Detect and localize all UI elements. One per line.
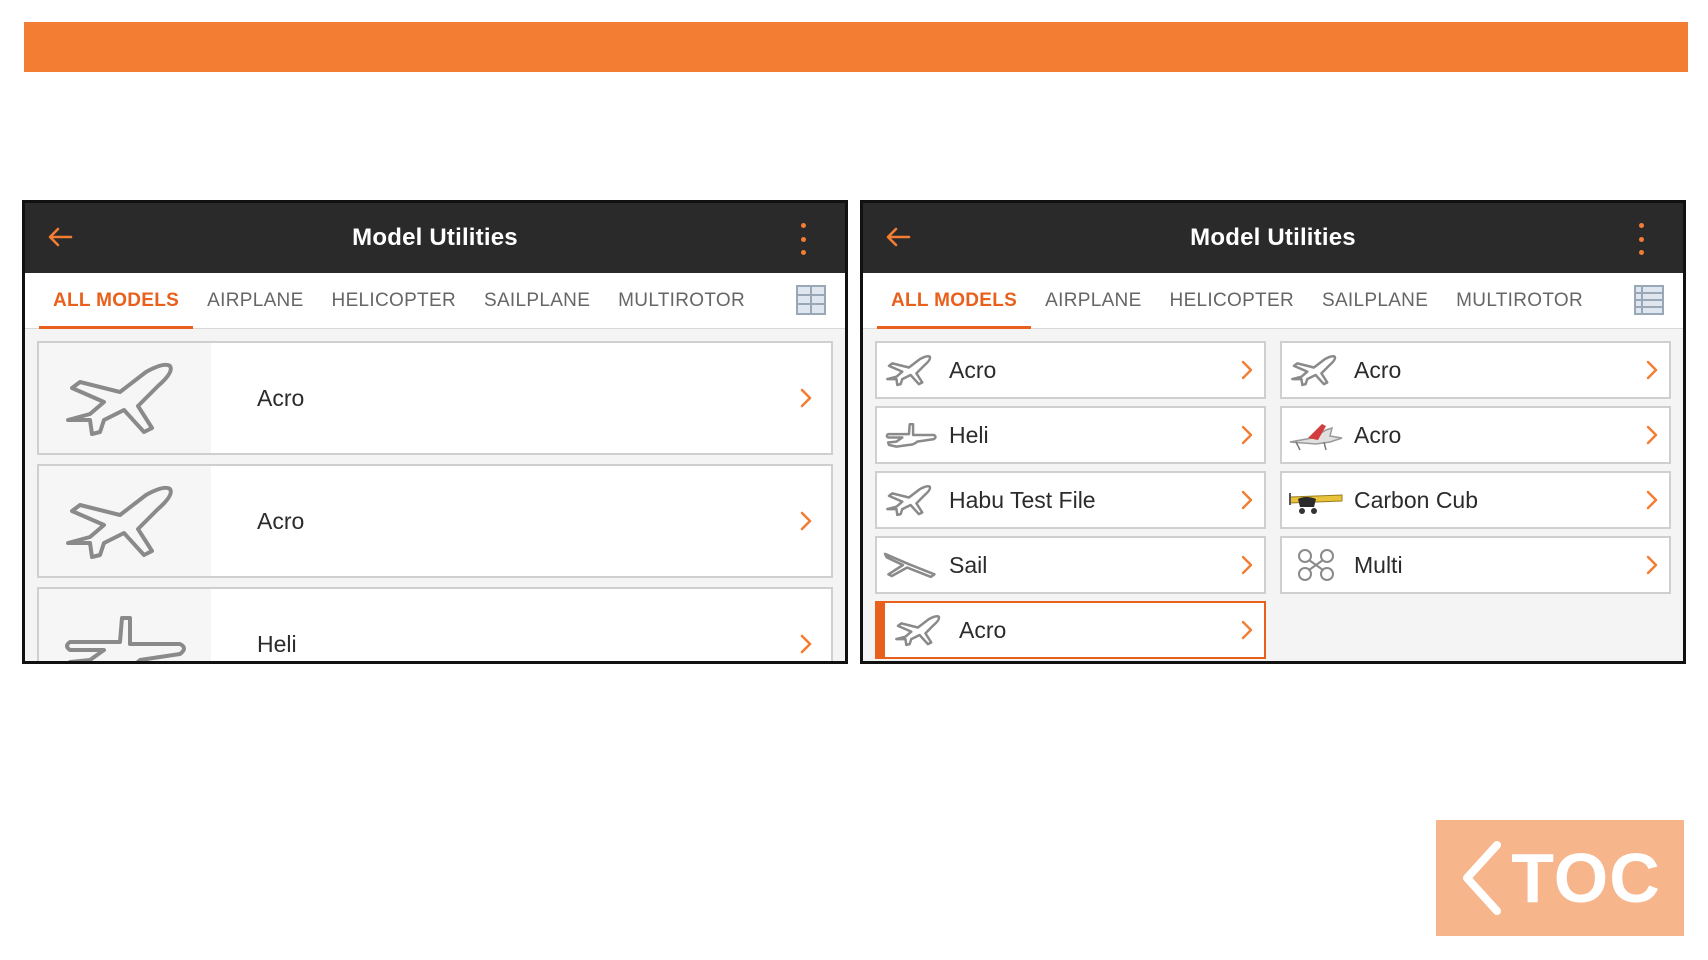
screen-title: Model Utilities: [352, 224, 518, 251]
model-name: Sail: [949, 551, 988, 578]
list-item[interactable]: Acro: [37, 464, 833, 578]
tab-sailplane[interactable]: SAILPLANE: [470, 273, 604, 328]
model-thumbnail: [1282, 538, 1350, 592]
grid-item[interactable]: Habu Test File: [875, 471, 1266, 529]
multirotor-icon: [1298, 549, 1334, 581]
airplane-icon: [66, 362, 173, 436]
model-name: Heli: [257, 630, 297, 657]
model-thumbnail: [39, 589, 211, 661]
model-name: Multi: [1354, 551, 1403, 578]
grid-item[interactable]: Acro: [875, 341, 1266, 399]
chevron-left-icon: [1463, 841, 1502, 915]
app-header: Model Utilities: [863, 203, 1683, 273]
model-thumbnail: [1282, 343, 1350, 397]
more-options-icon[interactable]: [1635, 223, 1647, 255]
carbon-cub-photo-icon: [1289, 493, 1343, 514]
list-item[interactable]: Acro: [37, 341, 833, 455]
chevron-right-icon: [1241, 555, 1253, 575]
back-arrow-icon: [886, 227, 911, 247]
tab-airplane[interactable]: AIRPLANE: [193, 273, 317, 328]
screen-title: Model Utilities: [1190, 224, 1356, 251]
grid-item-selected[interactable]: Acro: [875, 601, 1266, 659]
list-item[interactable]: Heli: [37, 587, 833, 661]
tab-helicopter[interactable]: HELICOPTER: [318, 273, 470, 328]
sailplane-icon: [883, 552, 936, 579]
model-utilities-list-screen: Model Utilities ALL MODELS AIRPLANE HELI…: [22, 200, 848, 664]
model-name: Acro: [959, 616, 1007, 643]
model-utilities-grid-screen: Model Utilities ALL MODELS AIRPLANE HELI…: [860, 200, 1686, 664]
airplane-icon: [66, 485, 173, 559]
toc-button[interactable]: TOC: [1436, 820, 1684, 936]
airplane-icon: [886, 354, 932, 387]
grid-item[interactable]: Sail: [875, 536, 1266, 594]
model-thumbnail: [39, 466, 211, 576]
airplane-photo-icon: [1289, 424, 1343, 451]
model-name: Acro: [1354, 356, 1402, 383]
model-thumbnail: [1282, 408, 1350, 462]
chevron-right-icon: [1241, 620, 1253, 640]
model-thumbnail: [877, 473, 945, 527]
helicopter-icon: [885, 422, 937, 448]
model-name: Acro: [257, 384, 305, 411]
chevron-right-icon: [800, 634, 812, 654]
tab-sailplane[interactable]: SAILPLANE: [1308, 273, 1442, 328]
chevron-right-icon: [1646, 425, 1658, 445]
toc-label: TOC: [1511, 839, 1661, 917]
back-button[interactable]: [881, 220, 915, 254]
helicopter-icon: [65, 616, 186, 661]
app-header: Model Utilities: [25, 203, 845, 273]
chevron-right-icon: [1646, 555, 1658, 575]
airplane-icon: [1291, 354, 1337, 387]
back-button[interactable]: [43, 220, 77, 254]
tab-all-models[interactable]: ALL MODELS: [877, 273, 1032, 329]
model-list: Acro Acro Heli: [25, 329, 845, 661]
more-options-icon[interactable]: [797, 223, 809, 255]
model-name: Acro: [949, 356, 997, 383]
back-arrow-icon: [48, 227, 73, 247]
model-name: Habu Test File: [949, 486, 1096, 513]
tab-all-models[interactable]: ALL MODELS: [39, 273, 194, 329]
category-tabs: ALL MODELS AIRPLANE HELICOPTER SAILPLANE…: [25, 273, 845, 329]
tab-helicopter[interactable]: HELICOPTER: [1156, 273, 1308, 328]
tab-multirotor[interactable]: MULTIROTOR: [1442, 273, 1597, 328]
model-thumbnail: [39, 343, 211, 453]
tab-airplane[interactable]: AIRPLANE: [1031, 273, 1155, 328]
category-tabs: ALL MODELS AIRPLANE HELICOPTER SAILPLANE…: [863, 273, 1683, 329]
model-name: Carbon Cub: [1354, 486, 1479, 513]
chevron-right-icon: [800, 388, 812, 408]
tab-multirotor[interactable]: MULTIROTOR: [604, 273, 759, 328]
airplane-icon: [886, 484, 932, 517]
grid-item[interactable]: Carbon Cub: [1280, 471, 1671, 529]
model-thumbnail: [1282, 473, 1350, 527]
model-name: Acro: [1354, 421, 1402, 448]
chevron-right-icon: [1241, 360, 1253, 380]
grid-item[interactable]: Heli: [875, 406, 1266, 464]
chevron-right-icon: [1241, 425, 1253, 445]
model-name: Acro: [257, 507, 305, 534]
airplane-icon: [895, 614, 941, 647]
list-view-icon[interactable]: [1633, 284, 1665, 316]
chevron-right-icon: [1646, 490, 1658, 510]
model-grid: Acro Acro Heli Acro Habu Test File Carbo…: [863, 329, 1683, 659]
grid-view-icon[interactable]: [795, 284, 827, 316]
grid-item[interactable]: Acro: [1280, 406, 1671, 464]
grid-item[interactable]: Multi: [1280, 536, 1671, 594]
model-thumbnail: [877, 343, 945, 397]
model-thumbnail: [877, 408, 945, 462]
model-name: Heli: [949, 421, 989, 448]
chevron-right-icon: [800, 511, 812, 531]
model-thumbnail: [877, 538, 945, 592]
grid-item[interactable]: Acro: [1280, 341, 1671, 399]
chevron-right-icon: [1241, 490, 1253, 510]
chevron-right-icon: [1646, 360, 1658, 380]
top-accent-bar: [24, 22, 1688, 72]
model-thumbnail: [885, 603, 955, 657]
